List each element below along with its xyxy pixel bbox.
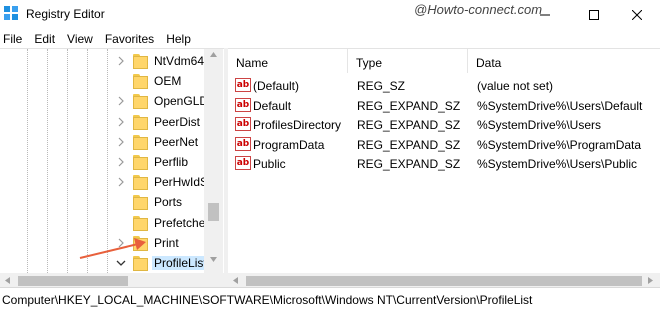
folder-icon bbox=[133, 256, 148, 271]
folder-icon bbox=[133, 54, 148, 69]
registry-value-row[interactable]: ab ProgramData REG_EXPAND_SZ %SystemDrive%\… bbox=[228, 134, 660, 154]
tree-vertical-scroll-thumb[interactable] bbox=[208, 203, 219, 221]
tree-node-label: Prefetcher bbox=[154, 215, 210, 230]
tree-vertical-scrollbar[interactable] bbox=[204, 49, 223, 273]
chevron-right-icon[interactable] bbox=[116, 137, 126, 147]
tree-guide-line bbox=[47, 49, 48, 273]
tree-guide-line bbox=[27, 49, 28, 273]
folder-icon bbox=[133, 215, 148, 231]
value-type: REG_EXPAND_SZ bbox=[357, 98, 461, 113]
window-title: Registry Editor bbox=[26, 7, 105, 21]
string-value-icon: ab bbox=[235, 117, 251, 132]
folder-icon bbox=[133, 155, 148, 170]
value-type: REG_EXPAND_SZ bbox=[357, 118, 461, 133]
chevron-right-icon[interactable] bbox=[116, 96, 126, 106]
scroll-up-icon[interactable] bbox=[210, 52, 217, 57]
string-value-icon: ab bbox=[235, 136, 251, 151]
tree-node-label: Perflib bbox=[154, 155, 189, 169]
registry-value-row[interactable]: ab ProfilesDirectory REG_EXPAND_SZ %SystemD… bbox=[228, 114, 660, 134]
scroll-left-icon[interactable] bbox=[5, 277, 10, 284]
menu-file[interactable]: File bbox=[0, 29, 30, 48]
folder-icon bbox=[133, 94, 148, 110]
tree-node-label: PerHwIdS bbox=[154, 175, 209, 190]
registry-value-row[interactable]: ab (Default) REG_SZ (value not set) bbox=[228, 75, 660, 95]
menu-view[interactable]: View bbox=[63, 29, 101, 48]
close-button[interactable] bbox=[614, 0, 660, 29]
folder-icon bbox=[133, 134, 148, 150]
status-bar-path: Computer\HKEY_LOCAL_MACHINE\SOFTWARE\Mic… bbox=[0, 287, 660, 311]
chevron-right-icon[interactable] bbox=[116, 117, 126, 127]
folder-icon bbox=[133, 235, 148, 251]
tree-guide-line bbox=[87, 49, 88, 273]
chevron-right-icon[interactable] bbox=[116, 238, 126, 248]
tree-node-label: Ports bbox=[154, 195, 183, 210]
value-name: (Default) bbox=[253, 79, 300, 93]
tree-guide-line bbox=[107, 49, 108, 273]
menu-favorites[interactable]: Favorites bbox=[101, 29, 162, 48]
registry-value-row[interactable]: ab Default REG_EXPAND_SZ %SystemDrive%\User… bbox=[228, 95, 660, 115]
menu-edit[interactable]: Edit bbox=[30, 29, 63, 48]
maximize-icon bbox=[589, 9, 599, 20]
value-data: %SystemDrive%\Users\Public bbox=[477, 157, 638, 172]
value-name: Default bbox=[253, 98, 292, 113]
tree-node-label: NtVdm64 bbox=[154, 54, 205, 68]
folder-icon bbox=[133, 175, 148, 191]
column-header-name[interactable]: Name bbox=[228, 49, 348, 73]
string-value-icon: ab bbox=[235, 97, 251, 112]
scroll-down-icon[interactable] bbox=[210, 257, 217, 262]
tree-horizontal-scrollbar[interactable] bbox=[0, 273, 224, 287]
value-data: %SystemDrive%\ProgramData bbox=[477, 137, 642, 152]
column-header-data[interactable]: Data bbox=[468, 49, 660, 73]
scroll-right-icon[interactable] bbox=[648, 277, 653, 284]
string-value-icon: ab bbox=[235, 78, 251, 92]
chevron-down-icon[interactable] bbox=[116, 258, 126, 268]
maximize-button[interactable] bbox=[571, 0, 617, 29]
minimize-icon bbox=[540, 14, 550, 15]
menu-help[interactable]: Help bbox=[162, 29, 199, 48]
column-header-type[interactable]: Type bbox=[348, 49, 468, 73]
tree-node-label: OEM bbox=[154, 74, 182, 89]
value-data: %SystemDrive%\Users bbox=[477, 118, 602, 133]
value-data: %SystemDrive%\Users\Default bbox=[477, 98, 643, 113]
tree-node-label: PeerNet bbox=[154, 134, 199, 149]
value-data: (value not set) bbox=[477, 79, 554, 93]
values-horizontal-scrollbar[interactable] bbox=[228, 273, 660, 288]
minimize-button[interactable] bbox=[522, 0, 568, 29]
value-type: REG_SZ bbox=[357, 79, 406, 93]
close-icon bbox=[632, 9, 642, 20]
values-horizontal-scroll-thumb[interactable] bbox=[246, 276, 642, 286]
value-name: Public bbox=[253, 157, 286, 172]
chevron-right-icon[interactable] bbox=[116, 177, 126, 187]
value-name: ProfilesDirectory bbox=[253, 118, 342, 133]
tree-node-label: Print bbox=[154, 235, 179, 250]
value-type: REG_EXPAND_SZ bbox=[357, 137, 461, 152]
chevron-right-icon[interactable] bbox=[116, 56, 126, 66]
chevron-right-icon[interactable] bbox=[116, 157, 126, 167]
value-type: REG_EXPAND_SZ bbox=[357, 157, 461, 172]
folder-icon bbox=[133, 114, 148, 130]
registry-tree[interactable]: NtVdm64 OEM OpenGLD PeerDist PeerNet Perflib P… bbox=[0, 48, 224, 287]
registry-value-row[interactable]: ab Public REG_EXPAND_SZ %SystemDrive%\Users… bbox=[228, 153, 660, 173]
tree-node-label: OpenGLD bbox=[154, 94, 209, 109]
title-bar: Registry Editor @Howto-connect.com bbox=[0, 0, 660, 29]
tree-node-label: PeerDist bbox=[154, 114, 201, 129]
scroll-left-icon[interactable] bbox=[233, 277, 238, 284]
value-name: ProgramData bbox=[253, 137, 325, 152]
values-pane: Name Type Data ab (Default) REG_SZ (value n… bbox=[228, 48, 660, 288]
string-value-icon: ab bbox=[235, 156, 251, 171]
registry-editor-icon bbox=[4, 6, 18, 20]
folder-icon bbox=[133, 195, 148, 211]
folder-icon bbox=[133, 74, 148, 90]
tree-node-label: ProfileList bbox=[152, 256, 209, 270]
menu-bar: File Edit View Favorites Help bbox=[0, 29, 660, 48]
tree-guide-line bbox=[67, 49, 68, 273]
tree-horizontal-scroll-thumb[interactable] bbox=[18, 276, 128, 286]
